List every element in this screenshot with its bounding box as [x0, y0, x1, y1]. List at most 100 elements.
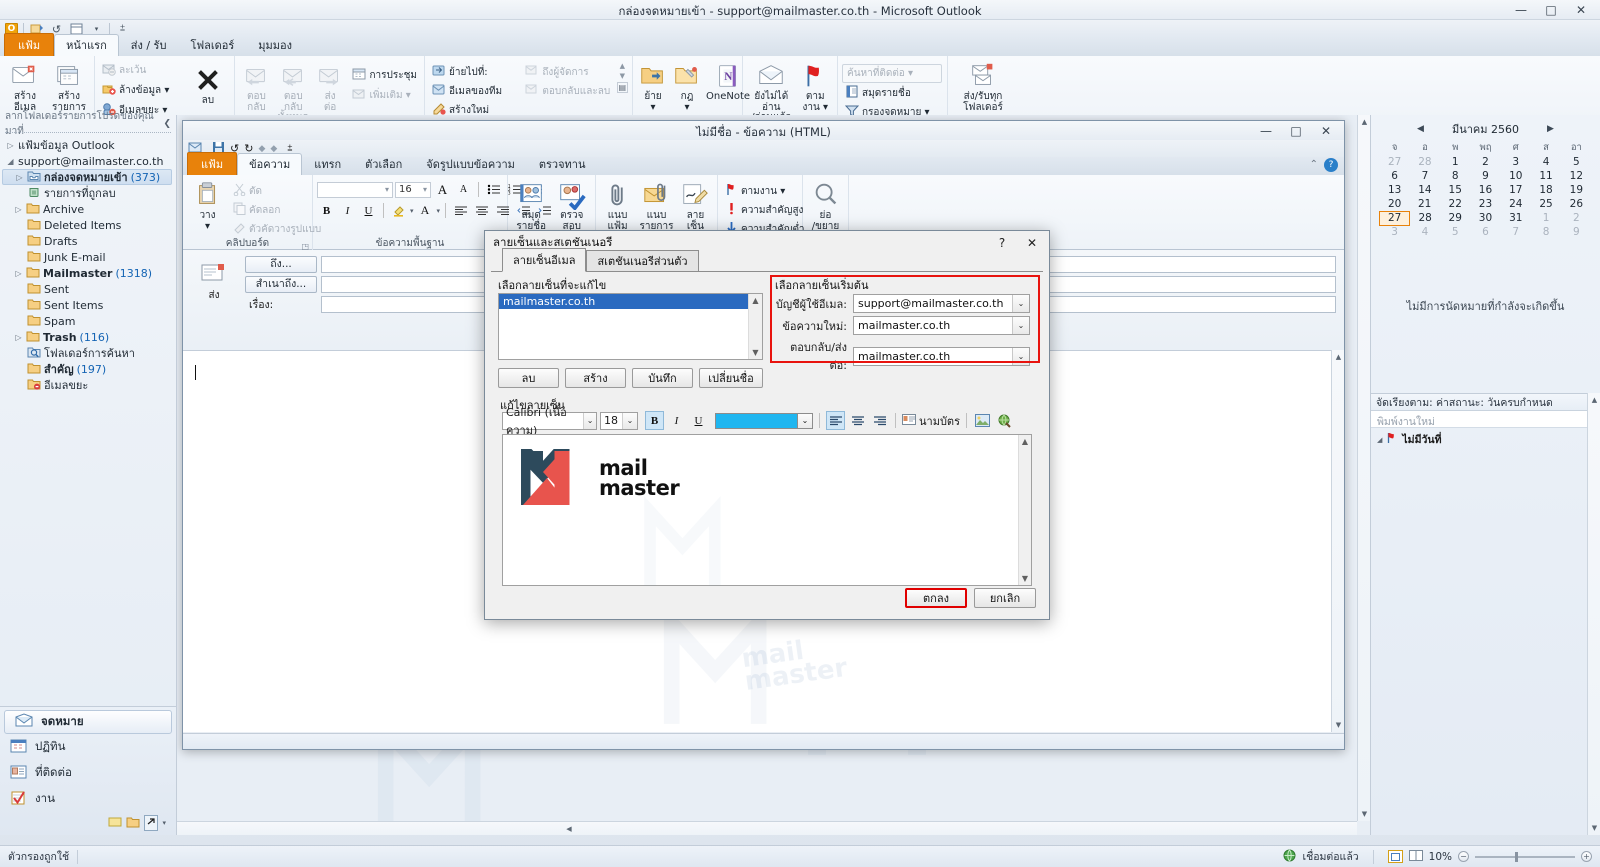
expand-arrow-icon[interactable]: ▷: [15, 173, 24, 182]
calendar-day[interactable]: 28: [1410, 155, 1440, 169]
calendar-day[interactable]: 24: [1501, 197, 1531, 211]
business-card-button[interactable]: นามบัตร: [902, 412, 960, 430]
scroll-down-icon[interactable]: ▼: [1332, 718, 1345, 732]
tree-item-junk-email[interactable]: Junk E-mail: [2, 249, 176, 265]
editor-scroll-down-icon[interactable]: ▼: [1019, 572, 1031, 585]
zoom-slider-knob[interactable]: [1515, 851, 1518, 862]
compose-tab-message[interactable]: ข้อความ: [237, 153, 303, 175]
calendar-day-today[interactable]: 27: [1378, 210, 1411, 226]
calendar-day[interactable]: 5: [1440, 225, 1470, 239]
ignore-button[interactable]: ละเว้น: [99, 61, 184, 80]
compose-tab-file[interactable]: แฟ้ม: [187, 152, 238, 175]
prev-month-icon[interactable]: ◀: [1417, 124, 1424, 134]
chevron-down-icon[interactable]: ⌄: [1012, 317, 1029, 334]
folder-list-icon[interactable]: [126, 816, 140, 831]
overflow-icon[interactable]: ▾: [162, 819, 166, 827]
move-button[interactable]: ย้าย ▾: [637, 59, 669, 115]
signature-font-color-picker[interactable]: ⌄: [715, 412, 813, 429]
calendar-day[interactable]: 31: [1501, 211, 1531, 225]
ribbon-tab-view[interactable]: มุมมอง: [246, 34, 304, 56]
module-tasks[interactable]: งาน: [0, 786, 176, 812]
task-group-header[interactable]: ◢ ไม่มีวันที่: [1371, 428, 1600, 451]
meeting-button[interactable]: การประชุม: [349, 66, 420, 85]
calendar-day[interactable]: 6: [1380, 169, 1410, 183]
close-button[interactable]: ✕: [1566, 1, 1596, 19]
expand-arrow-icon[interactable]: ▷: [14, 269, 23, 278]
workspace-scroll-up-icon[interactable]: ▲: [1358, 115, 1370, 129]
reply-button[interactable]: ตอบ กลับ: [239, 59, 274, 115]
cc-button[interactable]: สำเนาถึง...: [245, 276, 317, 293]
calendar-day[interactable]: 29: [1440, 211, 1470, 225]
ribbon-tab-home[interactable]: หน้าแรก: [54, 34, 119, 56]
new-messages-select[interactable]: mailmaster.co.th ⌄: [853, 316, 1030, 335]
to-manager-button[interactable]: ถึงผู้จัดการ: [522, 63, 614, 81]
align-center-icon[interactable]: [472, 201, 491, 220]
zoom-slider[interactable]: [1475, 851, 1575, 862]
calendar-day[interactable]: 19: [1561, 183, 1591, 197]
calendar-day[interactable]: 7: [1501, 225, 1531, 239]
editor-scroll-up-icon[interactable]: ▲: [1019, 435, 1031, 448]
signature-underline-button[interactable]: U: [689, 411, 708, 430]
address-book-compose-button[interactable]: สมุด รายชื่อ: [512, 178, 551, 234]
calendar-day[interactable]: 6: [1470, 225, 1500, 239]
compose-tab-format-text[interactable]: จัดรูปแบบข้อความ: [414, 153, 527, 175]
calendar-day[interactable]: 9: [1470, 169, 1500, 183]
follow-up-button[interactable]: ตาม งาน ▾: [798, 59, 833, 115]
collapse-ribbon-icon[interactable]: ⌃: [1310, 159, 1318, 170]
task-scroll-up-icon[interactable]: ▲: [1588, 393, 1600, 407]
maximize-button[interactable]: □: [1536, 1, 1566, 19]
calendar-day[interactable]: 10: [1501, 169, 1531, 183]
chevron-down-icon[interactable]: ⌄: [798, 412, 813, 429]
compose-maximize-button[interactable]: □: [1281, 122, 1311, 140]
notes-icon[interactable]: [108, 816, 122, 831]
grow-font-icon[interactable]: A: [433, 180, 452, 199]
cancel-button[interactable]: ยกเลิก: [974, 588, 1036, 608]
delete-button[interactable]: ลบ: [186, 63, 230, 109]
signature-list[interactable]: mailmaster.co.th ▲ ▼: [498, 293, 763, 360]
quicksteps-expand-icon[interactable]: ▤: [616, 82, 628, 93]
to-button[interactable]: ถึง...: [245, 256, 317, 273]
calendar-day[interactable]: 25: [1531, 197, 1561, 211]
tree-item-sent[interactable]: Sent: [2, 281, 176, 297]
tree-item-inbox[interactable]: ▷ กล่องจดหมายเข้า (373): [2, 169, 172, 185]
signature-align-center-button[interactable]: [848, 411, 867, 430]
list-scroll-down-icon[interactable]: ▼: [749, 346, 762, 359]
tree-item-drafts[interactable]: Drafts: [2, 233, 176, 249]
new-email-button[interactable]: สร้าง อีเมล: [4, 59, 46, 115]
previous-item-icon[interactable]: ◆: [258, 144, 265, 154]
new-signature-button[interactable]: สร้าง: [565, 368, 626, 388]
task-sort-bar[interactable]: จัดเรียงตาม: ค่าสถานะ: วันครบกำหนด ▲: [1371, 393, 1600, 411]
ok-button[interactable]: ตกลง: [905, 588, 967, 608]
address-book-button[interactable]: สมุดรายชื่อ: [842, 84, 942, 102]
underline-icon[interactable]: U: [359, 201, 378, 220]
calendar-day[interactable]: 27: [1380, 155, 1410, 169]
minimize-button[interactable]: —: [1506, 1, 1536, 19]
quicksteps-scroll-up-icon[interactable]: ▲: [617, 62, 628, 70]
cut-button[interactable]: ตัด: [230, 182, 308, 200]
normal-view-button[interactable]: [1387, 850, 1403, 863]
signature-align-right-button[interactable]: [870, 411, 889, 430]
calendar-day[interactable]: 21: [1410, 197, 1440, 211]
paste-button[interactable]: วาง ▾: [187, 178, 228, 234]
list-scroll-up-icon[interactable]: ▲: [749, 294, 762, 307]
tree-item-important[interactable]: สำคัญ (197): [2, 361, 176, 377]
task-group-arrow-icon[interactable]: ◢: [1377, 436, 1382, 444]
tree-item-outlook-data-file[interactable]: ▷ แฟ้มข้อมูล Outlook: [2, 137, 176, 153]
tree-item-account[interactable]: ◢ support@mailmaster.co.th: [2, 153, 176, 169]
task-scrollbar[interactable]: ▲ ▼: [1587, 393, 1600, 835]
calendar-day[interactable]: 3: [1380, 225, 1410, 239]
signature-list-item[interactable]: mailmaster.co.th: [499, 294, 748, 309]
next-month-icon[interactable]: ▶: [1547, 124, 1554, 134]
dialog-close-button[interactable]: ✕: [1017, 232, 1047, 254]
font-color-dropdown-icon[interactable]: ▾: [437, 207, 441, 215]
expand-arrow-icon[interactable]: ▷: [14, 333, 23, 342]
font-name-combo[interactable]: ▾: [317, 181, 393, 198]
calendar-day[interactable]: 13: [1380, 183, 1410, 197]
color-swatch[interactable]: [715, 412, 798, 429]
calendar-day[interactable]: 18: [1531, 183, 1561, 197]
signature-list-scrollbar[interactable]: ▲ ▼: [748, 294, 762, 359]
calendar-day[interactable]: 15: [1440, 183, 1470, 197]
reading-view-button[interactable]: [1408, 849, 1423, 864]
move-to-button[interactable]: ย้ายไปที่:: [429, 63, 520, 81]
compose-tab-options[interactable]: ตัวเลือก: [353, 153, 414, 175]
